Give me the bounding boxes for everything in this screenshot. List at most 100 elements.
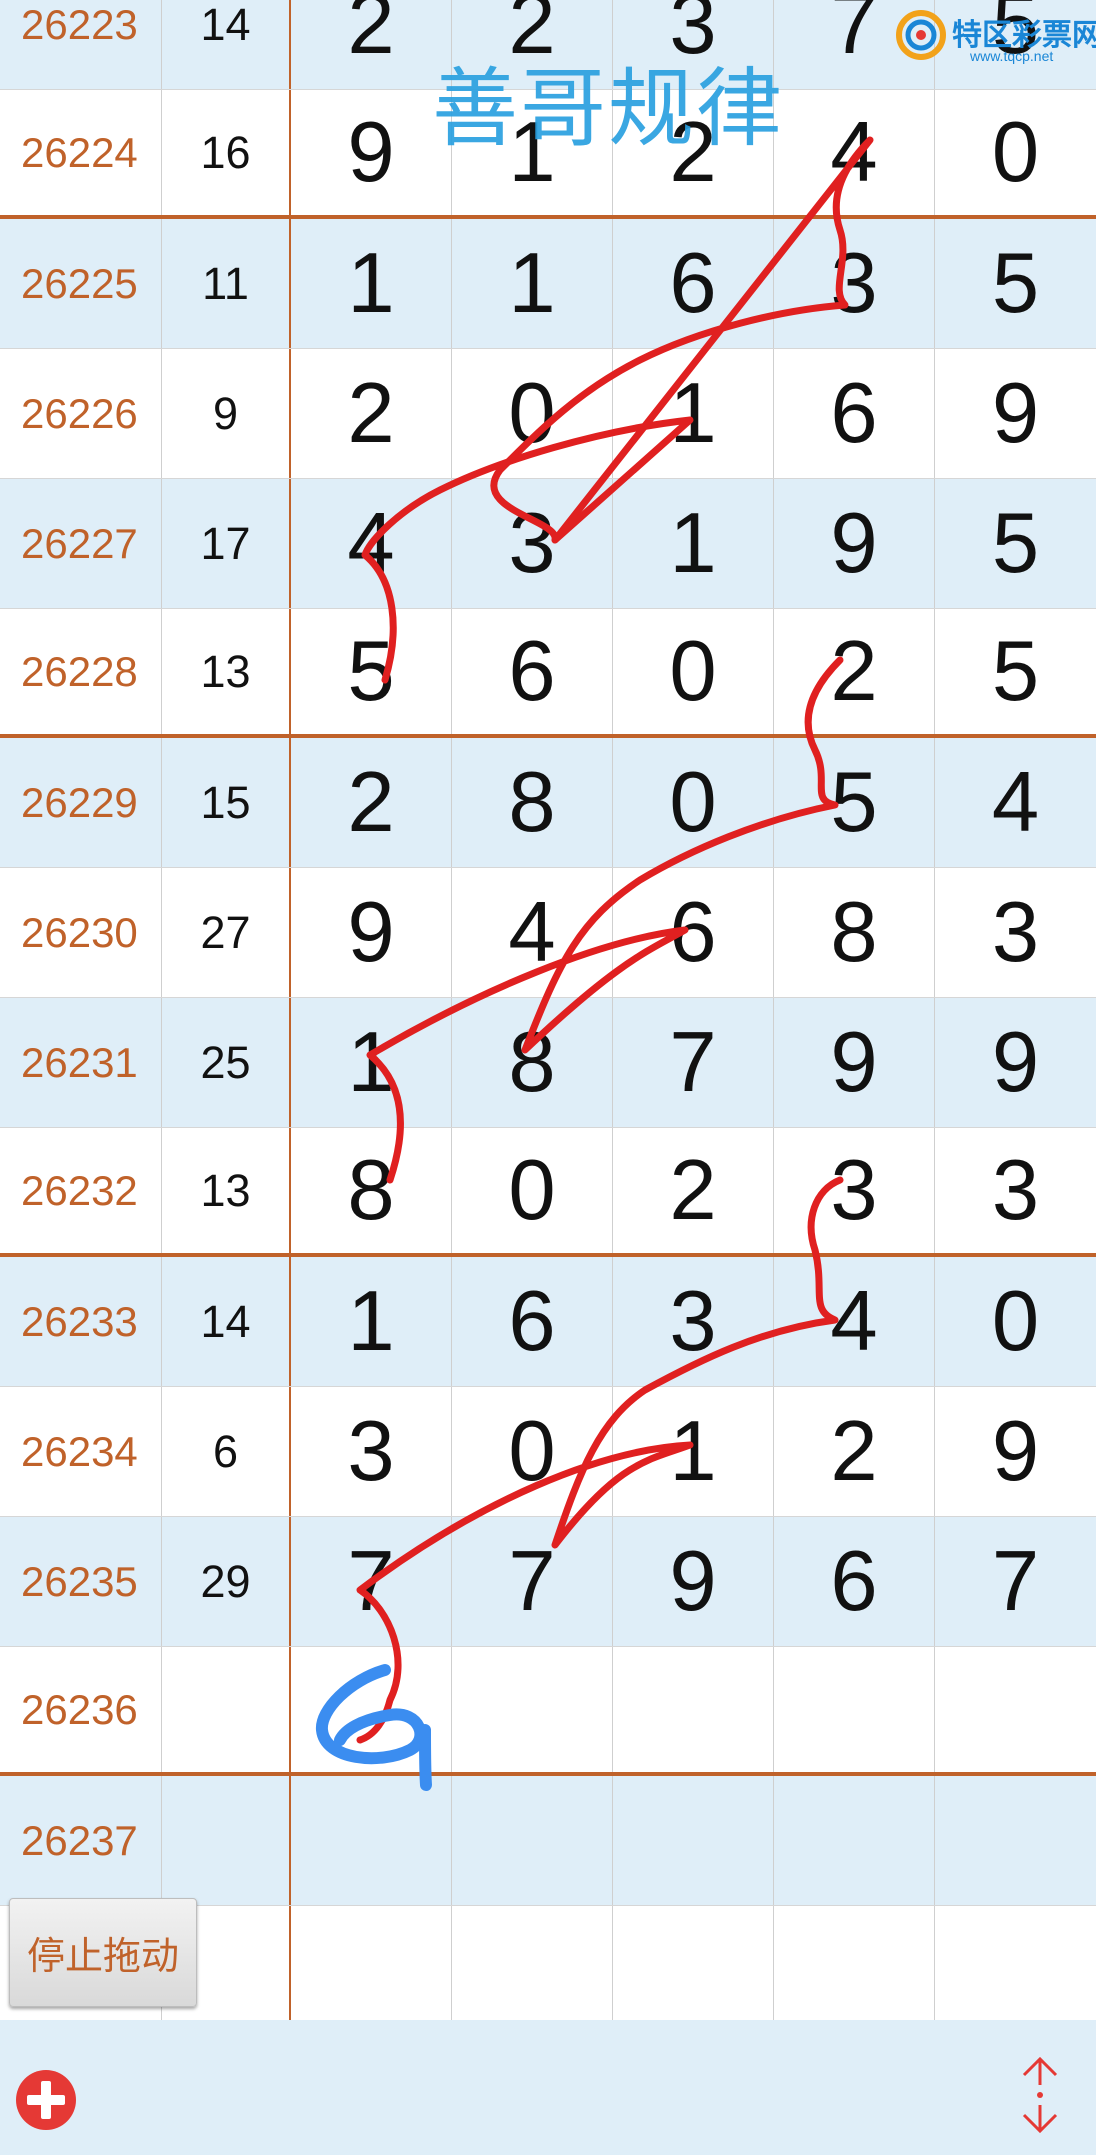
digit-cell: 3 (991, 1142, 1040, 1238)
lottery-results-table: 26223 14 2 2 3 7 5 26224 16 9 1 2 4 0 26225 11 1 1 6 3 5 2622… (0, 0, 1096, 2036)
stop-drag-button[interactable]: 停止拖动 (9, 1898, 197, 2007)
issue-number: 26234 (0, 1387, 162, 1516)
digit-cell: 1 (452, 219, 613, 348)
issue-number: 26236 (0, 1647, 162, 1772)
digit-cell (613, 1647, 774, 1772)
digit-cell: 8 (452, 998, 613, 1127)
issue-number: 26235 (0, 1517, 162, 1646)
digit-cell: 6 (613, 219, 774, 348)
sum-value: 29 (162, 1517, 291, 1646)
digit-cell: 0 (991, 1273, 1040, 1369)
digit-cell (291, 1906, 452, 2035)
sort-arrows-icon[interactable] (1018, 2055, 1062, 2135)
issue-number: 26223 (0, 0, 162, 89)
issue-number: 26231 (0, 998, 162, 1127)
site-logo: 特区彩票网 www.tqcp.net (892, 6, 1096, 68)
digit-cell: 7 (613, 998, 774, 1127)
sum-value: 13 (162, 609, 291, 734)
table-row: 26225 11 1 1 6 3 5 (0, 219, 1096, 349)
sum-value (162, 1776, 291, 1905)
add-circle-icon[interactable] (14, 2068, 78, 2132)
digit-cell (935, 1906, 1096, 2035)
digit-cell: 0 (452, 1387, 613, 1516)
digit-cell: 1 (291, 219, 452, 348)
digit-cell: 6 (452, 1257, 613, 1386)
table-row: 26236 (0, 1647, 1096, 1776)
digit-cell: 3 (452, 479, 613, 608)
digit-cell: 0 (452, 349, 613, 478)
digit-cell: 0 (991, 104, 1040, 200)
sum-value (162, 1647, 291, 1772)
digit-cell: 0 (452, 1128, 613, 1253)
digit-cell: 6 (774, 1517, 935, 1646)
digit-cell (452, 1906, 613, 2035)
digit-cell: 7 (291, 1517, 452, 1646)
digit-cell: 4 (291, 479, 452, 608)
digit-cell: 2 (291, 349, 452, 478)
sum-value: 14 (162, 0, 291, 89)
digit-cell: 3 (613, 1257, 774, 1386)
digit-cell (774, 1906, 935, 2035)
bottom-toolbar (0, 2020, 1096, 2155)
digit-cell (935, 1776, 1096, 1905)
digit-cell: 3 (991, 884, 1040, 980)
digit-cell: 6 (452, 609, 613, 734)
logo-url: www.tqcp.net (970, 48, 1054, 64)
digit-cell: 7 (452, 1517, 613, 1646)
digit-cell: 9 (991, 1014, 1040, 1110)
issue-number: 26227 (0, 479, 162, 608)
table-row: 26227 17 4 3 1 9 5 (0, 479, 1096, 609)
digit-cell: 2 (774, 609, 935, 734)
logo-swirl-icon (896, 10, 946, 60)
issue-number: 26232 (0, 1128, 162, 1253)
digit-cell: 4 (452, 868, 613, 997)
digit-cell: 2 (774, 1387, 935, 1516)
digit-cell: 2 (291, 738, 452, 867)
digit-cell: 1 (291, 998, 452, 1127)
digit-cell: 9 (613, 1517, 774, 1646)
digit-cell (613, 1776, 774, 1905)
digit-cell: 4 (991, 754, 1040, 850)
table-row: 26235 29 7 7 9 6 7 (0, 1517, 1096, 1647)
issue-number: 26226 (0, 349, 162, 478)
sum-value: 11 (162, 219, 291, 348)
digit-cell: 5 (774, 738, 935, 867)
digit-cell: 1 (613, 479, 774, 608)
digit-cell: 0 (613, 609, 774, 734)
sum-value: 13 (162, 1128, 291, 1253)
sum-value: 16 (162, 90, 291, 215)
digit-cell: 9 (991, 1403, 1040, 1499)
digit-cell: 5 (991, 495, 1040, 591)
issue-number: 26225 (0, 219, 162, 348)
digit-cell (774, 1776, 935, 1905)
digit-cell: 9 (291, 868, 452, 997)
digit-cell: 3 (774, 1128, 935, 1253)
digit-cell: 2 (613, 1128, 774, 1253)
sum-value: 27 (162, 868, 291, 997)
digit-cell: 5 (991, 623, 1040, 719)
table-row: 26230 27 9 4 6 8 3 (0, 868, 1096, 998)
sum-value: 9 (162, 349, 291, 478)
digit-cell: 4 (774, 1257, 935, 1386)
table-row: 26226 9 2 0 1 6 9 (0, 349, 1096, 479)
digit-cell (291, 1647, 452, 1772)
digit-cell (291, 1776, 452, 1905)
issue-number: 26228 (0, 609, 162, 734)
sum-value: 6 (162, 1387, 291, 1516)
digit-cell: 1 (613, 1387, 774, 1516)
issue-number: 26233 (0, 1257, 162, 1386)
digit-cell (774, 1647, 935, 1772)
table-row: 26237 (0, 1776, 1096, 1906)
digit-cell (452, 1776, 613, 1905)
sum-value: 25 (162, 998, 291, 1127)
digit-cell: 3 (774, 219, 935, 348)
digit-cell: 9 (774, 998, 935, 1127)
table-row: 26232 13 8 0 2 3 3 (0, 1128, 1096, 1257)
digit-cell: 8 (452, 738, 613, 867)
digit-cell (935, 1647, 1096, 1772)
digit-cell: 6 (613, 868, 774, 997)
table-row: 26233 14 1 6 3 4 0 (0, 1257, 1096, 1387)
sum-value: 17 (162, 479, 291, 608)
issue-number: 26224 (0, 90, 162, 215)
issue-number: 26237 (0, 1776, 162, 1905)
